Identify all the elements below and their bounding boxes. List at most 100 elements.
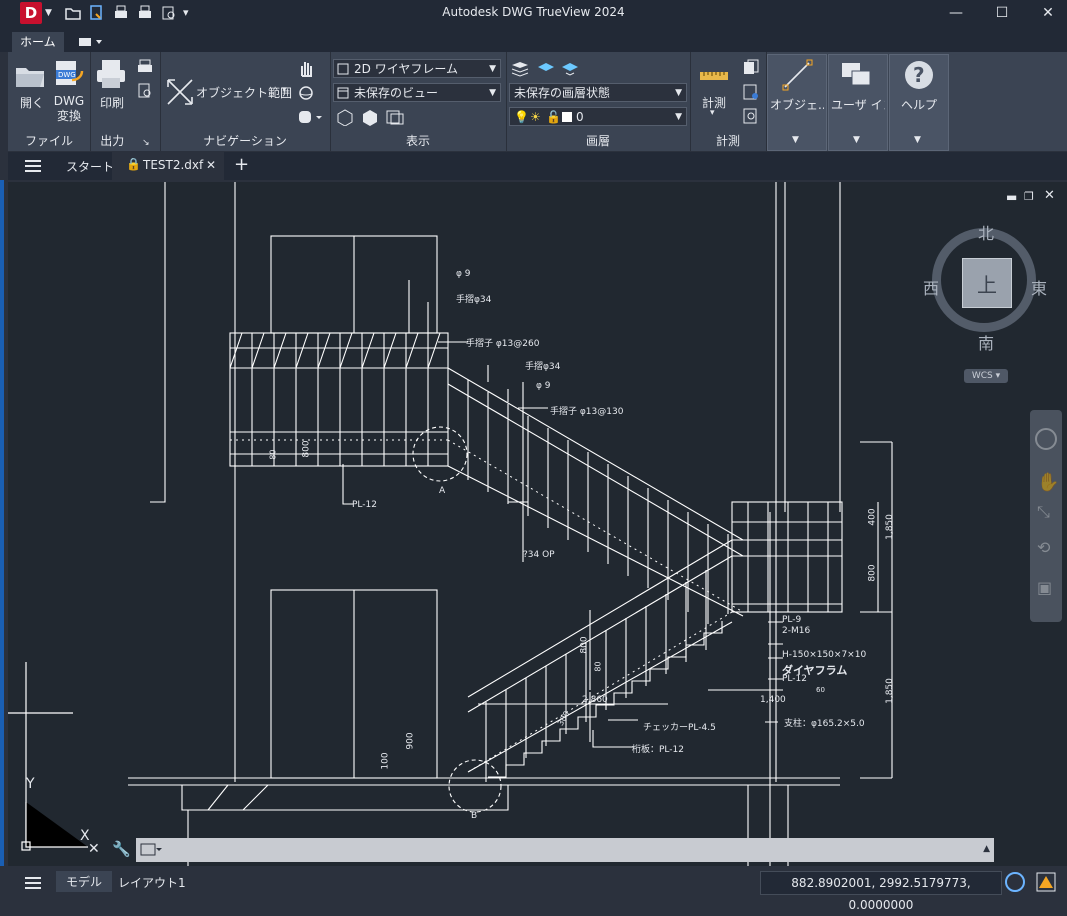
viewport-minimize-icon[interactable]: ▬ — [1006, 190, 1017, 204]
minimize-button[interactable]: — — [933, 0, 979, 26]
app-logo[interactable]: D — [20, 2, 42, 24]
dwg-convert-button[interactable]: DWG 変換 — [48, 94, 90, 124]
label-detail-a: A — [439, 486, 446, 496]
print-large-icon — [97, 60, 125, 88]
extents-dropdown-icon[interactable]: ▾ — [282, 85, 287, 95]
tab-home[interactable]: ホーム — [12, 32, 64, 52]
tab-layout1[interactable]: レイアウト1 — [118, 874, 186, 891]
visual-style-dropdown[interactable]: 2D ワイヤフレーム ▼ — [333, 59, 501, 78]
showmotion-icon[interactable]: ▣ — [1037, 578, 1052, 597]
compass-north[interactable]: 北 — [978, 220, 994, 244]
layer-isolate-icon[interactable] — [560, 59, 580, 77]
wcs-label: WCS — [971, 371, 993, 381]
command-line-input[interactable]: ▲ — [136, 838, 994, 862]
layout-menu-icon[interactable] — [24, 875, 42, 891]
layer-properties-icon[interactable] — [510, 59, 530, 77]
pan-hand-icon[interactable] — [296, 58, 316, 78]
orbit-icon[interactable] — [296, 83, 316, 103]
dim-1400: 1,400 — [760, 695, 786, 705]
open-button[interactable]: 開く — [12, 94, 52, 111]
close-tab-icon[interactable]: ✕ — [206, 158, 216, 172]
open-folder-icon[interactable] — [64, 4, 82, 22]
object-flyout-button[interactable]: オブジェ... ▼ — [767, 54, 827, 151]
ribbon-options-icon[interactable] — [78, 36, 104, 48]
dim-80b: 80 — [593, 661, 603, 672]
tab-file-active[interactable]: 🔒 TEST2.dxf ✕ — [112, 152, 224, 180]
command-customize-wrench-icon[interactable]: 🔧 — [112, 840, 131, 858]
pan-icon[interactable]: ✋ — [1037, 472, 1059, 493]
isolate-objects-icon[interactable] — [1005, 872, 1025, 892]
properties-icon[interactable] — [742, 83, 760, 101]
dim-800a: 800 — [867, 564, 878, 582]
app-menu-chevron-icon[interactable]: ▼ — [45, 4, 52, 22]
print-icon[interactable] — [112, 4, 130, 22]
panel-title-measure: 計測 — [715, 134, 740, 148]
viewcube-top-face[interactable]: 上 — [962, 258, 1012, 308]
compass-west[interactable]: 西 — [923, 275, 939, 299]
compass-east[interactable]: 東 — [1031, 275, 1047, 299]
named-view-value: 未保存のビュー — [354, 86, 439, 100]
label-detail-b: B — [471, 811, 478, 821]
command-history-chevron-icon[interactable]: ▲ — [983, 844, 990, 854]
help-flyout-button[interactable]: ? ヘルプ ▼ — [889, 54, 949, 151]
new-tab-plus-icon[interactable]: + — [234, 154, 249, 175]
label-handrail-2: 手摺φ34 — [525, 362, 561, 372]
view-cube-icon-1[interactable] — [335, 108, 355, 126]
current-layer-dropdown[interactable]: 💡 ☀ 🔓 0 ▼ — [509, 107, 687, 126]
drawing-canvas[interactable]: φ 9 手摺φ34 手摺子 φ13@260 手摺φ34 φ 9 手摺子 φ13@… — [8, 182, 1067, 866]
wcs-menu[interactable]: WCS ▾ — [964, 369, 1008, 383]
command-prompt-icon[interactable] — [140, 843, 162, 857]
measure-dropdown-icon[interactable]: ▾ — [710, 108, 715, 118]
label-pl9: PL-9 — [782, 615, 802, 625]
panel-measure: 計測 ▾ 計測 — [690, 52, 767, 151]
close-button[interactable]: ✕ — [1025, 0, 1067, 26]
notification-warning-icon[interactable] — [1036, 872, 1056, 892]
dwg-convert-label-1: DWG — [53, 94, 85, 108]
svg-text:?: ? — [913, 63, 925, 87]
dim-60: 60 — [816, 686, 825, 694]
label-checker-plate: チェッカーPL-4.5 — [643, 723, 716, 733]
layer-state-icon[interactable] — [536, 59, 556, 77]
hamburger-menu-icon[interactable] — [24, 158, 42, 174]
tab-model[interactable]: モデル — [56, 871, 113, 892]
viewport-close-icon[interactable]: ✕ — [1044, 188, 1055, 203]
user-interface-flyout-label: ユーザ イン... — [831, 98, 885, 112]
batch-plot-icon[interactable] — [136, 4, 154, 22]
label-op: ?34 OP — [523, 550, 555, 560]
layer-state-dropdown[interactable]: 未保存の画層状態 ▼ — [509, 83, 687, 102]
panel-launcher-icon[interactable]: ↘ — [142, 138, 150, 148]
dim-2860: 2,860 — [582, 695, 608, 705]
object-extents-button[interactable]: オブジェクト範囲 — [196, 84, 292, 101]
lock-icon: 🔓 — [546, 110, 561, 124]
open-icon — [16, 68, 44, 87]
plot-preview-icon[interactable] — [160, 4, 178, 22]
user-interface-flyout-button[interactable]: ユーザ イン... ▼ — [828, 54, 888, 151]
panel-view: 2D ワイヤフレーム ▼ 未保存のビュー ▼ 表示 — [330, 52, 507, 151]
viewport-restore-icon[interactable]: ❐ — [1024, 190, 1034, 203]
orbit-icon[interactable]: ⟲ — [1037, 538, 1050, 557]
print-button[interactable]: 印刷 — [90, 94, 134, 111]
viewcube[interactable]: 上 北 南 東 西 — [923, 224, 1048, 353]
cad-drawing[interactable] — [8, 182, 1067, 866]
navigation-bar: ✋ ⤡ ⟲ ▣ — [1030, 410, 1062, 622]
maximize-button[interactable]: ☐ — [979, 0, 1025, 26]
steering-wheels-icon[interactable] — [1035, 428, 1057, 450]
lightbulb-icon: 💡 — [514, 110, 529, 124]
named-view-dropdown[interactable]: 未保存のビュー ▼ — [333, 83, 501, 102]
object-line-icon — [782, 59, 813, 91]
dwg-convert-small-icon[interactable] — [88, 4, 106, 22]
zoom-icon[interactable]: ⤡ — [1037, 502, 1050, 522]
find-icon[interactable] — [742, 107, 760, 125]
command-close-icon[interactable]: ✕ — [88, 841, 100, 857]
compass-south[interactable]: 南 — [978, 330, 994, 354]
view-manager-icon[interactable] — [385, 108, 405, 126]
tab-start[interactable]: スタート — [66, 158, 114, 175]
coordinates-readout[interactable]: 882.8902001, 2992.5179773, 0.0000000 — [760, 871, 1002, 912]
customize-quick-access-icon[interactable]: ▾ — [183, 4, 189, 22]
batch-plot-small-icon[interactable] — [136, 58, 154, 76]
copy-clip-icon[interactable] — [742, 58, 760, 76]
preview-small-icon[interactable] — [136, 82, 154, 100]
chevron-down-icon: ▼ — [675, 112, 682, 122]
steering-wheel-icon[interactable] — [296, 107, 324, 127]
view-cube-icon-2[interactable] — [360, 108, 380, 126]
